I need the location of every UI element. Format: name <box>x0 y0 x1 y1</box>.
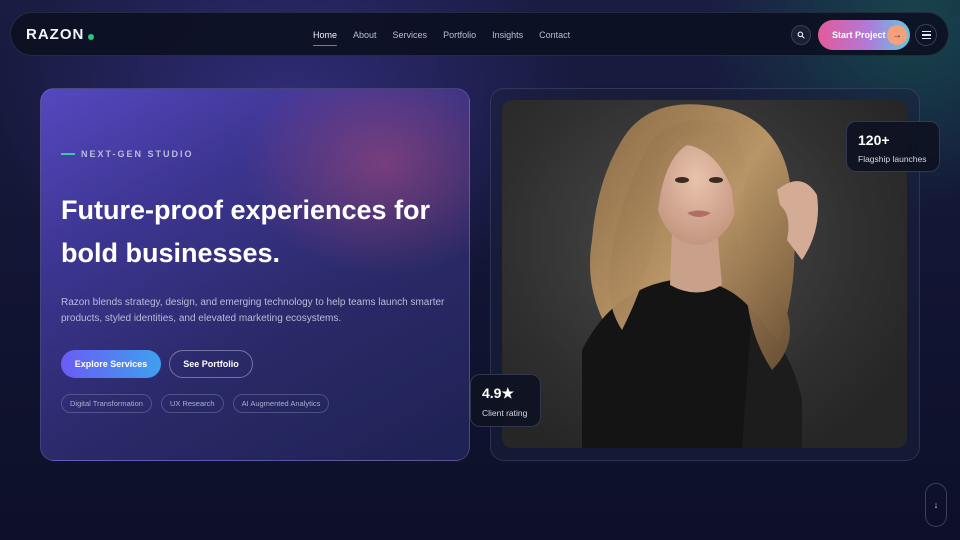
start-project-label: Start Project <box>832 30 886 40</box>
search-button[interactable] <box>791 25 811 45</box>
hero-description-line-2: products, styled identities, and elevate… <box>61 312 342 324</box>
hamburger-menu-icon <box>921 30 931 32</box>
stat-card-rating: 4.9★ Client rating <box>470 374 541 427</box>
scroll-down-button[interactable]: ↓ <box>925 483 947 527</box>
hero-description-line-1: Razon blends strategy, design, and emerg… <box>61 297 445 308</box>
hamburger-menu-icon-line <box>921 34 931 36</box>
brand-dot-icon <box>88 33 95 40</box>
hero-title-line-2: bold businesses. <box>61 238 281 268</box>
nav-link-services[interactable]: Services <box>393 30 428 40</box>
stat-label-launches: Flagship launches <box>858 154 927 164</box>
stat-card-launches: 120+ Flagship launches <box>846 121 940 172</box>
arrow-down-icon: ↓ <box>933 500 939 510</box>
chip-digital-transformation[interactable]: Digital Transformation <box>61 394 152 413</box>
stat-label-rating: Client rating <box>482 408 528 418</box>
start-project-button[interactable]: Start Project → <box>818 20 910 50</box>
see-portfolio-button[interactable]: See Portfolio <box>169 350 253 378</box>
hero-description: Razon blends strategy, design, and emerg… <box>61 295 461 326</box>
eyebrow-line <box>61 153 75 155</box>
nav-link-home[interactable]: Home <box>313 30 338 46</box>
stat-value-rating: 4.9★ <box>482 385 515 401</box>
explore-services-button[interactable]: Explore Services <box>61 350 161 378</box>
top-navbar: RAZON Home About Services Portfolio Insi… <box>10 12 949 56</box>
stat-value-launches: 120+ <box>858 132 890 148</box>
chip-ai-augmented-analytics[interactable]: AI Augmented Analytics <box>232 394 330 413</box>
brand-logo[interactable]: RAZON <box>26 26 95 43</box>
search-icon <box>797 31 805 39</box>
chip-ux-research[interactable]: UX Research <box>160 394 224 413</box>
hero-title-line-1: Future-proof experiences for <box>61 195 431 225</box>
nav-link-portfolio[interactable]: Portfolio <box>443 30 476 40</box>
hero-title: Future-proof experiences for bold busine… <box>61 189 461 275</box>
brand-name: RAZON <box>26 26 85 43</box>
hero-eyebrow: NEXT-GEN STUDIO <box>61 149 194 159</box>
hamburger-menu-icon-line <box>921 38 931 40</box>
hamburger-menu-button[interactable] <box>915 24 937 46</box>
nav-link-about[interactable]: About <box>353 30 377 40</box>
arrow-right-icon: → <box>887 25 907 45</box>
hero-chips: Digital Transformation UX Research AI Au… <box>61 394 330 413</box>
nav-link-insights[interactable]: Insights <box>492 30 523 40</box>
eyebrow-text: NEXT-GEN STUDIO <box>81 149 194 159</box>
main-nav: Home About Services Portfolio Insights C… <box>313 13 570 57</box>
hero-card: NEXT-GEN STUDIO Future-proof experiences… <box>40 88 470 461</box>
nav-link-contact[interactable]: Contact <box>539 30 570 40</box>
